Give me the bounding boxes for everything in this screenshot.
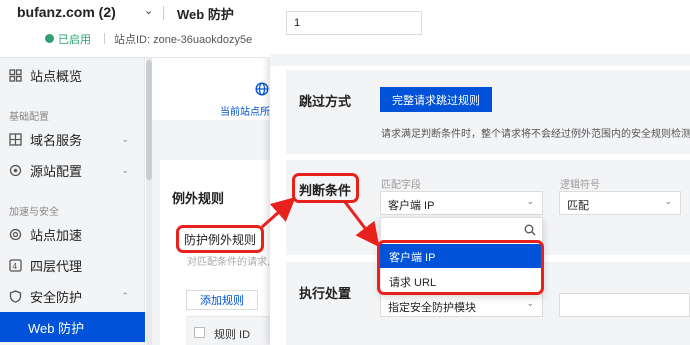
sidebar-item-label: 源站配置 <box>30 163 83 179</box>
sidebar-item-label: 站点加速 <box>30 227 83 243</box>
sidebar-item-l4-proxy[interactable]: 4 四层代理 <box>0 251 145 279</box>
globe-icon[interactable] <box>255 82 269 96</box>
sidebar-item-acceleration[interactable]: 站点加速 <box>0 220 145 248</box>
column-header-rule-id: 规则 ID <box>214 329 251 341</box>
site-header: bufanz.com (2) ⌄ Web 防护 已启用 站点ID: zone-3… <box>0 0 270 58</box>
sidebar-item-label: 安全防护 <box>30 289 83 305</box>
chevron-up-icon: ⌃ <box>121 290 129 301</box>
chevron-down-icon: ⌄ <box>526 298 534 308</box>
divider <box>104 33 105 44</box>
section-divider <box>270 54 690 66</box>
sidebar-item-label: Web 防护 <box>28 320 85 336</box>
chevron-down-icon[interactable]: ⌄ <box>144 4 153 17</box>
status-badge: 已启用 <box>58 34 91 46</box>
chevron-down-icon: ⌄ <box>664 196 672 206</box>
security-module-select[interactable] <box>559 293 690 317</box>
skip-mode-hint: 请求满足判断条件时，整个请求将不会经过例外范围内的安全规则检测。 <box>381 129 690 140</box>
skip-mode-section <box>286 70 690 154</box>
search-icon[interactable] <box>524 224 536 236</box>
card-title: 例外规则 <box>172 191 225 206</box>
status-check-icon <box>45 34 54 43</box>
origin-config-icon <box>9 164 22 177</box>
match-field-label: 匹配字段 <box>381 180 421 191</box>
tab-current-site[interactable]: 当前站点所 <box>220 103 270 118</box>
annotation-condition <box>292 173 359 203</box>
chevron-down-icon: ⌄ <box>526 196 534 206</box>
site-name[interactable]: bufanz.com (2) <box>17 4 116 20</box>
nav-group-basic: 基础配置 <box>9 112 49 123</box>
rule-description: 对匹配条件的请求, <box>187 257 270 268</box>
operator-value: 匹配 <box>567 200 589 212</box>
chevron-down-icon: ⌄ <box>121 164 129 175</box>
action-label: 执行处置 <box>299 286 352 301</box>
select-all-checkbox[interactable] <box>194 327 205 338</box>
operator-label: 逻辑符号 <box>560 180 600 191</box>
shield-icon <box>9 289 22 303</box>
annotation-dropdown-options <box>377 240 544 295</box>
sidebar-item-label: 域名服务 <box>30 132 83 148</box>
l4-proxy-icon: 4 <box>9 258 22 272</box>
page-title: Web 防护 <box>177 7 234 22</box>
nav-group-security: 加速与安全 <box>9 207 59 218</box>
match-field-value: 客户端 IP <box>388 200 435 212</box>
operator-select[interactable]: 匹配 ⌄ <box>559 191 681 215</box>
full-request-skip-button[interactable]: 完整请求跳过规则 <box>380 87 492 112</box>
sidebar-item-origin[interactable]: 源站配置 ⌄ <box>0 156 145 184</box>
match-field-select[interactable]: 客户端 IP ⌄ <box>380 191 543 215</box>
sidebar-item-security[interactable]: 安全防护 ⌃ <box>0 282 145 310</box>
skip-mode-label: 跳过方式 <box>299 94 352 109</box>
svg-text:4: 4 <box>12 262 17 271</box>
acceleration-icon <box>9 228 22 241</box>
action-select[interactable]: 指定安全防护模块 ⌄ <box>380 293 543 317</box>
sidebar-item-label: 四层代理 <box>30 258 83 274</box>
sidebar-item-overview[interactable]: 站点概览 <box>0 61 145 89</box>
divider <box>163 6 164 20</box>
annotation-exception-rule: 防护例外规则 <box>176 225 264 253</box>
domain-service-icon <box>9 132 22 146</box>
sidebar-item-domain[interactable]: 域名服务 ⌄ <box>0 125 145 153</box>
action-select-value: 指定安全防护模块 <box>388 302 476 314</box>
sidebar-item-web-protection[interactable]: Web 防护 <box>0 312 145 342</box>
priority-input[interactable]: 1 <box>286 11 422 35</box>
dashboard-icon <box>9 68 22 82</box>
add-rule-button[interactable]: 添加规则 <box>186 290 258 310</box>
annotation-exception-rule-label: 防护例外规则 <box>183 232 256 247</box>
site-id: 站点ID: zone-36uaokdozy5e <box>114 34 253 46</box>
chevron-down-icon: ⌄ <box>121 133 129 144</box>
sidebar-item-label: 站点概览 <box>30 68 83 84</box>
